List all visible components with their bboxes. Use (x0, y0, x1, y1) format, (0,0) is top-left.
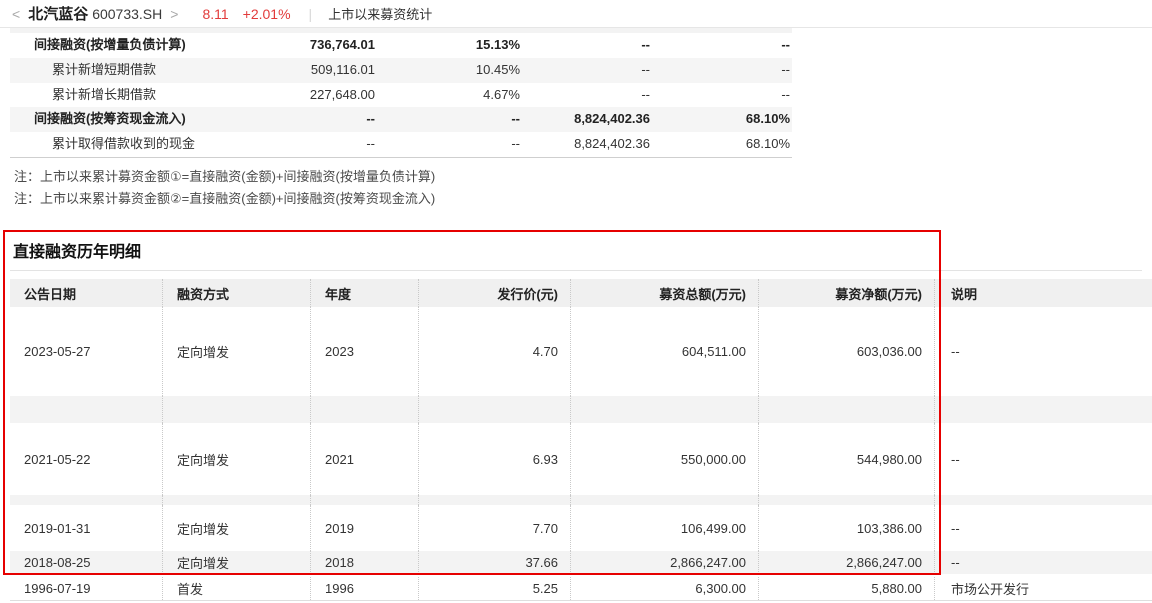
cell-amount2: 8,824,402.36 (574, 111, 650, 127)
cell-percent2: 68.10% (745, 111, 790, 127)
cell-amount: -- (366, 111, 375, 127)
column-header: 发行价(元) (418, 279, 570, 307)
stock-name: 北汽蓝谷 (28, 6, 89, 23)
cell-amount2: -- (641, 37, 650, 52)
cell-net-raised: 603,036.00 (758, 307, 934, 396)
cell-announce-date: 2021-05-22 (24, 451, 91, 467)
cell-amount2: 8,824,402.36 (574, 136, 650, 152)
cell-year: 2021 (310, 423, 418, 495)
direct-financing-table: 2023-05-27 定向增发 2023 4.70 604,511.00 603… (10, 307, 1152, 600)
cell-issue-price: 6.93 (418, 423, 570, 495)
cell-announce-date: 2019-01-31 (24, 520, 91, 536)
column-header: 融资方式 (162, 279, 310, 307)
cell-percent: -- (511, 111, 520, 127)
table-row: 2023-05-27 定向增发 2023 4.70 604,511.00 603… (10, 307, 1152, 396)
cell-amount: -- (366, 136, 375, 152)
cell-note: -- (934, 505, 1152, 551)
cell-total-raised: 604,511.00 (570, 307, 758, 396)
row-label: 累计取得借款收到的现金 (52, 136, 196, 152)
cell-percent: -- (511, 136, 520, 152)
cell-note: -- (934, 423, 1152, 495)
cell-percent2: -- (781, 61, 790, 77)
cell-note: -- (934, 551, 1152, 574)
cell-year: 1996 (310, 577, 418, 600)
cell-percent2: 68.10% (745, 136, 790, 152)
table-row: 累计新增短期借款 509,116.01 10.45% -- -- (10, 57, 792, 83)
cell-percent: 10.45% (475, 61, 520, 77)
topbar-divider: | (308, 5, 313, 22)
page-title: 上市以来募资统计 (328, 7, 433, 22)
page: < 北汽蓝谷 600733.SH > 8.11 +2.01% | 上市以来募资统… (0, 0, 1152, 603)
table-row: 间接融资(按增量负债计算) 736,764.01 15.13% -- -- (10, 33, 792, 58)
cell-financing-method: 定向增发 (162, 505, 310, 551)
row-label: 累计新增长期借款 (52, 86, 157, 102)
cell-percent: 15.13% (475, 37, 520, 52)
row-label: 间接融资(按增量负债计算) (34, 37, 186, 52)
table-row: 累计新增长期借款 227,648.00 4.67% -- -- (10, 83, 792, 108)
row-stripe (10, 396, 1152, 423)
cell-note: 市场公开发行 (934, 577, 1152, 600)
footnote: 注：上市以来累计募资金额①=直接融资(金额)+间接融资(按增量负债计算) (14, 169, 436, 184)
stock-code: 600733.SH (92, 5, 163, 22)
cell-amount: 509,116.01 (310, 61, 375, 77)
cell-note: -- (934, 307, 1152, 396)
table-bottom-border (10, 600, 1152, 601)
cell-amount2: -- (641, 61, 650, 77)
cell-issue-price: 5.25 (418, 577, 570, 600)
row-stripe (10, 495, 1152, 505)
cell-year: 2019 (310, 505, 418, 551)
cell-amount2: -- (641, 86, 650, 102)
cell-issue-price: 4.70 (418, 307, 570, 396)
stock-change-percent: +2.01% (242, 5, 291, 22)
column-header: 年度 (310, 279, 418, 307)
cell-total-raised: 550,000.00 (570, 423, 758, 495)
cell-percent2: -- (781, 37, 790, 52)
section-divider (10, 270, 1142, 271)
cell-amount: 227,648.00 (309, 86, 375, 102)
footnotes: 注：上市以来累计募资金额①=直接融资(金额)+间接融资(按增量负债计算) 注：上… (14, 166, 435, 210)
column-header: 募资总额(万元) (570, 279, 758, 307)
cell-year: 2018 (310, 551, 418, 574)
cell-issue-price: 7.70 (418, 505, 570, 551)
cell-net-raised: 5,880.00 (758, 577, 934, 600)
table-row: 2019-01-31 定向增发 2019 7.70 106,499.00 103… (10, 505, 1152, 551)
direct-financing-table-header: 公告日期 融资方式 年度 发行价(元) 募资总额(万元) 募资净额(万元) 说明 (10, 279, 1152, 307)
cell-percent: 4.67% (483, 86, 520, 102)
cell-percent2: -- (781, 86, 790, 102)
cell-total-raised: 2,866,247.00 (570, 551, 758, 574)
chevron-right-icon[interactable]: > (166, 6, 182, 22)
cell-financing-method: 首发 (162, 577, 310, 600)
table-row: 1996-07-19 首发 1996 5.25 6,300.00 5,880.0… (10, 577, 1152, 600)
chevron-left-icon[interactable]: < (8, 6, 24, 22)
cell-announce-date: 2023-05-27 (24, 344, 91, 359)
topbar: < 北汽蓝谷 600733.SH > 8.11 +2.01% | 上市以来募资统… (0, 0, 1152, 28)
column-header: 公告日期 (24, 286, 77, 302)
cell-year: 2023 (310, 307, 418, 396)
footnote: 注：上市以来累计募资金额②=直接融资(金额)+间接融资(按筹资现金流入) (14, 191, 436, 206)
column-header: 说明 (934, 279, 1152, 307)
table-row: 间接融资(按筹资现金流入) -- -- 8,824,402.36 68.10% (10, 107, 792, 133)
cell-financing-method: 定向增发 (162, 423, 310, 495)
cell-announce-date: 1996-07-19 (24, 581, 91, 596)
cell-financing-method: 定向增发 (162, 307, 310, 396)
table-row: 累计取得借款收到的现金 -- -- 8,824,402.36 68.10% (10, 132, 792, 157)
cell-total-raised: 6,300.00 (570, 577, 758, 600)
indirect-financing-table: 间接融资(按增量负债计算) 736,764.01 15.13% -- -- 累计… (10, 33, 792, 158)
row-label: 累计新增短期借款 (52, 61, 157, 77)
cell-announce-date: 2018-08-25 (24, 555, 91, 570)
cell-financing-method: 定向增发 (162, 551, 310, 574)
cell-net-raised: 103,386.00 (758, 505, 934, 551)
row-label: 间接融资(按筹资现金流入) (34, 111, 186, 127)
cell-net-raised: 544,980.00 (758, 423, 934, 495)
cell-net-raised: 2,866,247.00 (758, 551, 934, 574)
table-row: 2018-08-25 定向增发 2018 37.66 2,866,247.00 … (10, 551, 1152, 574)
table-row: 2021-05-22 定向增发 2021 6.93 550,000.00 544… (10, 423, 1152, 495)
cell-total-raised: 106,499.00 (570, 505, 758, 551)
cell-issue-price: 37.66 (418, 551, 570, 574)
cell-amount: 736,764.01 (309, 37, 375, 52)
stock-price: 8.11 (202, 5, 229, 22)
section-title: 直接融资历年明细 (13, 244, 142, 261)
column-header: 募资净额(万元) (758, 279, 934, 307)
